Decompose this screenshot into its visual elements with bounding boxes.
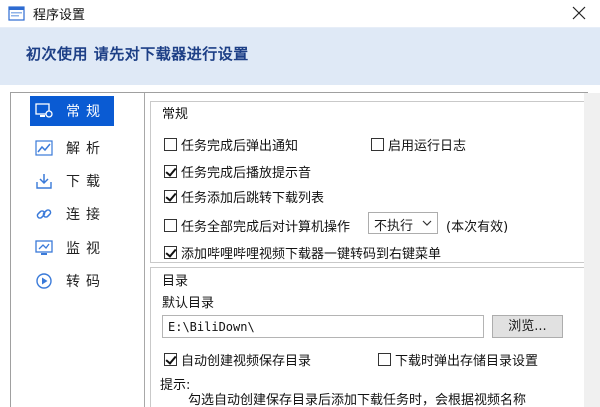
window-app-icon — [8, 6, 25, 21]
checkbox-box[interactable] — [164, 138, 177, 151]
checkbox-box[interactable] — [164, 165, 177, 178]
download-tray-icon — [36, 174, 52, 189]
nav-item-parse[interactable]: 解析 — [30, 133, 114, 163]
checkbox-label: 任务添加后跳转下载列表 — [181, 191, 325, 206]
convert-play-icon — [36, 273, 52, 289]
nav-label: 常规 — [66, 104, 106, 120]
checkbox-box[interactable] — [371, 138, 384, 151]
select-value: 不执行 — [374, 219, 414, 234]
hint-label: 提示: — [160, 378, 191, 393]
enable-log-checkbox[interactable]: 启用运行日志 — [371, 135, 466, 154]
checkbox-label: 添加哔哩哔哩视频下载器一键转码到右键菜单 — [181, 247, 442, 262]
nav-item-general[interactable]: 常规 — [30, 96, 114, 126]
monitor-settings-icon — [35, 103, 53, 118]
nav-label: 监视 — [66, 241, 106, 257]
screen-monitor-icon — [35, 240, 53, 255]
nav-label: 连接 — [66, 207, 106, 223]
nav-label: 下载 — [66, 174, 106, 190]
nav-item-connect[interactable]: 连接 — [30, 199, 114, 229]
window-title: 程序设置 — [33, 8, 86, 23]
general-group-title: 常规 — [162, 107, 189, 122]
checkbox-label: 任务完成后弹出通知 — [181, 139, 299, 154]
directory-group-title: 目录 — [162, 274, 189, 289]
line-chart-icon — [35, 140, 53, 156]
hint-text: 勾选自动创建保存目录后添加下载任务时，会根据视频名称 — [188, 393, 527, 407]
checkbox-box[interactable] — [164, 246, 177, 259]
default-dir-label: 默认目录 — [162, 296, 215, 311]
checkbox-label: 任务完成后播放提示音 — [181, 166, 312, 181]
nav-item-download[interactable]: 下载 — [30, 166, 114, 196]
checkbox-box[interactable] — [164, 190, 177, 203]
auto-create-dir-checkbox[interactable]: 自动创建视频保存目录 — [164, 350, 311, 369]
nav-label: 转码 — [66, 274, 106, 290]
context-menu-checkbox[interactable]: 添加哔哩哔哩视频下载器一键转码到右键菜单 — [164, 243, 441, 262]
general-group — [150, 101, 590, 263]
computer-action-select[interactable]: 不执行 — [368, 212, 438, 234]
checkbox-box[interactable] — [378, 353, 391, 366]
checkbox-label: 下载时弹出存储目录设置 — [395, 354, 539, 369]
checkbox-box[interactable] — [164, 353, 177, 366]
computer-action-checkbox[interactable]: 任务全部完成后对计算机操作 — [164, 216, 350, 235]
link-chain-icon — [36, 209, 52, 219]
ask-dir-on-download-checkbox[interactable]: 下载时弹出存储目录设置 — [378, 350, 538, 369]
checkbox-label: 任务全部完成后对计算机操作 — [181, 220, 351, 235]
notify-on-done-checkbox[interactable]: 任务完成后弹出通知 — [164, 135, 298, 154]
nav-divider — [144, 93, 145, 407]
setup-banner: 初次使用 请先对下载器进行设置 — [0, 27, 600, 85]
checkbox-box[interactable] — [164, 219, 177, 232]
nav-item-transcode[interactable]: 转码 — [30, 266, 114, 296]
title-bar: 程序设置 — [0, 0, 600, 27]
nav-item-monitor[interactable]: 监视 — [30, 233, 114, 263]
close-icon[interactable] — [568, 2, 590, 24]
this-time-note: (本次有效) — [446, 220, 509, 235]
banner-text: 初次使用 请先对下载器进行设置 — [26, 45, 249, 63]
nav-label: 解析 — [66, 141, 106, 157]
checkbox-label: 启用运行日志 — [388, 139, 467, 154]
jump-to-list-checkbox[interactable]: 任务添加后跳转下载列表 — [164, 187, 324, 206]
chevron-down-icon — [422, 220, 432, 226]
content-scrollbar[interactable] — [584, 93, 600, 407]
browse-button[interactable]: 浏览... — [492, 315, 563, 338]
default-dir-input[interactable] — [162, 315, 484, 338]
checkbox-label: 自动创建视频保存目录 — [181, 354, 312, 369]
play-sound-checkbox[interactable]: 任务完成后播放提示音 — [164, 162, 311, 181]
